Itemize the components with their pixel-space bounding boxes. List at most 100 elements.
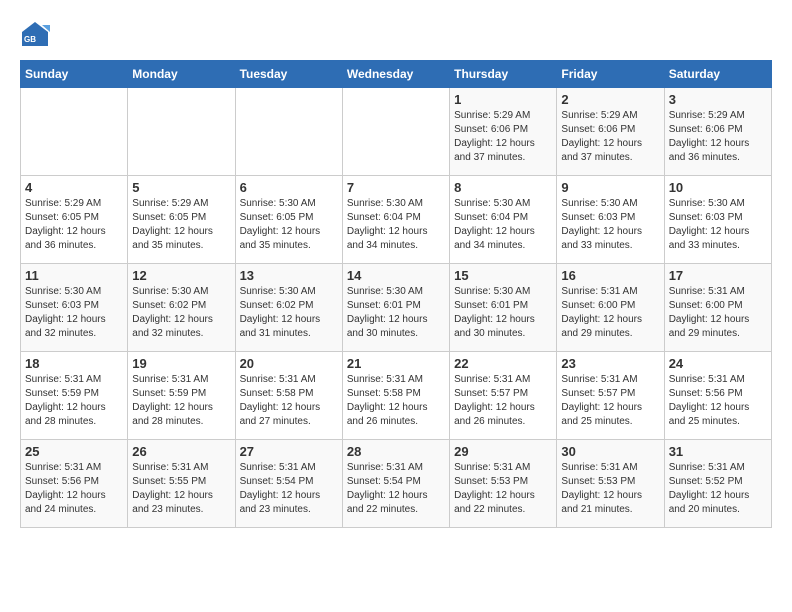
calendar-cell: 6 Sunrise: 5:30 AM Sunset: 6:05 PM Daylig… <box>235 176 342 264</box>
calendar-cell: 15 Sunrise: 5:30 AM Sunset: 6:01 PM Dayli… <box>450 264 557 352</box>
day-number: 8 <box>454 180 552 195</box>
day-info: Sunrise: 5:30 AM Sunset: 6:03 PM Dayligh… <box>669 197 767 253</box>
calendar-cell: 5 Sunrise: 5:29 AM Sunset: 6:05 PM Daylig… <box>128 176 235 264</box>
calendar-cell: 14 Sunrise: 5:30 AM Sunset: 6:01 PM Dayli… <box>342 264 449 352</box>
calendar-cell: 16Sunrise: 5:31 AM Sunset: 6:00 PM Dayli… <box>557 264 664 352</box>
day-number: 1 <box>454 92 552 107</box>
day-info: Sunrise: 5:31 AM Sunset: 5:55 PM Dayligh… <box>132 461 230 517</box>
calendar-cell: 11Sunrise: 5:30 AM Sunset: 6:03 PM Dayli… <box>21 264 128 352</box>
day-number: 28 <box>347 444 445 459</box>
day-number: 7 <box>347 180 445 195</box>
calendar-cell <box>235 88 342 176</box>
day-info: Sunrise: 5:30 AM Sunset: 6:05 PM Dayligh… <box>240 197 338 253</box>
calendar-cell: 1 Sunrise: 5:29 AM Sunset: 6:06 PM Daylig… <box>450 88 557 176</box>
day-info: Sunrise: 5:29 AM Sunset: 6:05 PM Dayligh… <box>132 197 230 253</box>
day-number: 21 <box>347 356 445 371</box>
day-number: 15 <box>454 268 552 283</box>
day-info: Sunrise: 5:31 AM Sunset: 5:54 PM Dayligh… <box>240 461 338 517</box>
calendar-cell: 12 Sunrise: 5:30 AM Sunset: 6:02 PM Dayli… <box>128 264 235 352</box>
day-info: Sunrise: 5:29 AM Sunset: 6:06 PM Dayligh… <box>454 109 552 165</box>
calendar-cell: 8 Sunrise: 5:30 AM Sunset: 6:04 PM Daylig… <box>450 176 557 264</box>
calendar-cell: 4 Sunrise: 5:29 AM Sunset: 6:05 PM Daylig… <box>21 176 128 264</box>
weekday-header-friday: Friday <box>557 61 664 88</box>
day-number: 22 <box>454 356 552 371</box>
day-number: 4 <box>25 180 123 195</box>
day-info: Sunrise: 5:31 AM Sunset: 5:59 PM Dayligh… <box>132 373 230 429</box>
calendar-cell: 17 Sunrise: 5:31 AM Sunset: 6:00 PM Dayli… <box>664 264 771 352</box>
weekday-header-monday: Monday <box>128 61 235 88</box>
calendar-cell: 21Sunrise: 5:31 AM Sunset: 5:58 PM Dayli… <box>342 352 449 440</box>
day-info: Sunrise: 5:31 AM Sunset: 5:56 PM Dayligh… <box>669 373 767 429</box>
day-info: Sunrise: 5:30 AM Sunset: 6:04 PM Dayligh… <box>454 197 552 253</box>
calendar-cell: 13Sunrise: 5:30 AM Sunset: 6:02 PM Dayli… <box>235 264 342 352</box>
day-number: 23 <box>561 356 659 371</box>
calendar-cell: 24 Sunrise: 5:31 AM Sunset: 5:56 PM Dayli… <box>664 352 771 440</box>
day-number: 6 <box>240 180 338 195</box>
day-info: Sunrise: 5:30 AM Sunset: 6:01 PM Dayligh… <box>347 285 445 341</box>
calendar-cell: 29 Sunrise: 5:31 AM Sunset: 5:53 PM Dayli… <box>450 440 557 528</box>
calendar-cell: 10 Sunrise: 5:30 AM Sunset: 6:03 PM Dayli… <box>664 176 771 264</box>
day-info: Sunrise: 5:29 AM Sunset: 6:05 PM Dayligh… <box>25 197 123 253</box>
day-number: 9 <box>561 180 659 195</box>
day-number: 14 <box>347 268 445 283</box>
calendar-table: SundayMondayTuesdayWednesdayThursdayFrid… <box>20 60 772 528</box>
day-info: Sunrise: 5:31 AM Sunset: 5:52 PM Dayligh… <box>669 461 767 517</box>
day-info: Sunrise: 5:30 AM Sunset: 6:02 PM Dayligh… <box>240 285 338 341</box>
day-info: Sunrise: 5:29 AM Sunset: 6:06 PM Dayligh… <box>561 109 659 165</box>
day-number: 10 <box>669 180 767 195</box>
day-info: Sunrise: 5:30 AM Sunset: 6:03 PM Dayligh… <box>561 197 659 253</box>
day-number: 29 <box>454 444 552 459</box>
calendar-cell: 7 Sunrise: 5:30 AM Sunset: 6:04 PM Daylig… <box>342 176 449 264</box>
day-number: 20 <box>240 356 338 371</box>
weekday-header-thursday: Thursday <box>450 61 557 88</box>
page-header: GB <box>20 20 772 50</box>
day-info: Sunrise: 5:31 AM Sunset: 5:57 PM Dayligh… <box>454 373 552 429</box>
day-info: Sunrise: 5:31 AM Sunset: 6:00 PM Dayligh… <box>561 285 659 341</box>
day-number: 18 <box>25 356 123 371</box>
day-number: 30 <box>561 444 659 459</box>
calendar-cell <box>21 88 128 176</box>
calendar-cell: 25 Sunrise: 5:31 AM Sunset: 5:56 PM Dayli… <box>21 440 128 528</box>
day-info: Sunrise: 5:31 AM Sunset: 5:58 PM Dayligh… <box>240 373 338 429</box>
day-info: Sunrise: 5:31 AM Sunset: 5:59 PM Dayligh… <box>25 373 123 429</box>
day-info: Sunrise: 5:30 AM Sunset: 6:04 PM Dayligh… <box>347 197 445 253</box>
day-number: 27 <box>240 444 338 459</box>
day-number: 3 <box>669 92 767 107</box>
calendar-cell: 27 Sunrise: 5:31 AM Sunset: 5:54 PM Dayli… <box>235 440 342 528</box>
calendar-cell: 3 Sunrise: 5:29 AM Sunset: 6:06 PM Daylig… <box>664 88 771 176</box>
logo: GB <box>20 20 54 50</box>
day-number: 5 <box>132 180 230 195</box>
calendar-cell: 28 Sunrise: 5:31 AM Sunset: 5:54 PM Dayli… <box>342 440 449 528</box>
day-number: 17 <box>669 268 767 283</box>
calendar-cell: 26 Sunrise: 5:31 AM Sunset: 5:55 PM Dayli… <box>128 440 235 528</box>
day-info: Sunrise: 5:30 AM Sunset: 6:03 PM Dayligh… <box>25 285 123 341</box>
day-info: Sunrise: 5:31 AM Sunset: 6:00 PM Dayligh… <box>669 285 767 341</box>
day-info: Sunrise: 5:31 AM Sunset: 5:54 PM Dayligh… <box>347 461 445 517</box>
logo-icon: GB <box>20 20 50 50</box>
day-number: 12 <box>132 268 230 283</box>
day-info: Sunrise: 5:31 AM Sunset: 5:56 PM Dayligh… <box>25 461 123 517</box>
day-info: Sunrise: 5:31 AM Sunset: 5:53 PM Dayligh… <box>454 461 552 517</box>
day-number: 26 <box>132 444 230 459</box>
calendar-cell: 20 Sunrise: 5:31 AM Sunset: 5:58 PM Dayli… <box>235 352 342 440</box>
calendar-cell: 31 Sunrise: 5:31 AM Sunset: 5:52 PM Dayli… <box>664 440 771 528</box>
weekday-header-tuesday: Tuesday <box>235 61 342 88</box>
calendar-cell: 9 Sunrise: 5:30 AM Sunset: 6:03 PM Daylig… <box>557 176 664 264</box>
weekday-header-wednesday: Wednesday <box>342 61 449 88</box>
day-info: Sunrise: 5:29 AM Sunset: 6:06 PM Dayligh… <box>669 109 767 165</box>
day-info: Sunrise: 5:31 AM Sunset: 5:53 PM Dayligh… <box>561 461 659 517</box>
day-number: 31 <box>669 444 767 459</box>
day-info: Sunrise: 5:31 AM Sunset: 5:57 PM Dayligh… <box>561 373 659 429</box>
calendar-cell: 30 Sunrise: 5:31 AM Sunset: 5:53 PM Dayli… <box>557 440 664 528</box>
day-info: Sunrise: 5:30 AM Sunset: 6:01 PM Dayligh… <box>454 285 552 341</box>
calendar-cell: 19Sunrise: 5:31 AM Sunset: 5:59 PM Dayli… <box>128 352 235 440</box>
svg-text:GB: GB <box>24 35 36 44</box>
weekday-header-sunday: Sunday <box>21 61 128 88</box>
calendar-cell <box>128 88 235 176</box>
day-number: 24 <box>669 356 767 371</box>
calendar-cell: 23 Sunrise: 5:31 AM Sunset: 5:57 PM Dayli… <box>557 352 664 440</box>
day-info: Sunrise: 5:30 AM Sunset: 6:02 PM Dayligh… <box>132 285 230 341</box>
day-number: 25 <box>25 444 123 459</box>
calendar-cell: 18 Sunrise: 5:31 AM Sunset: 5:59 PM Dayli… <box>21 352 128 440</box>
calendar-cell <box>342 88 449 176</box>
